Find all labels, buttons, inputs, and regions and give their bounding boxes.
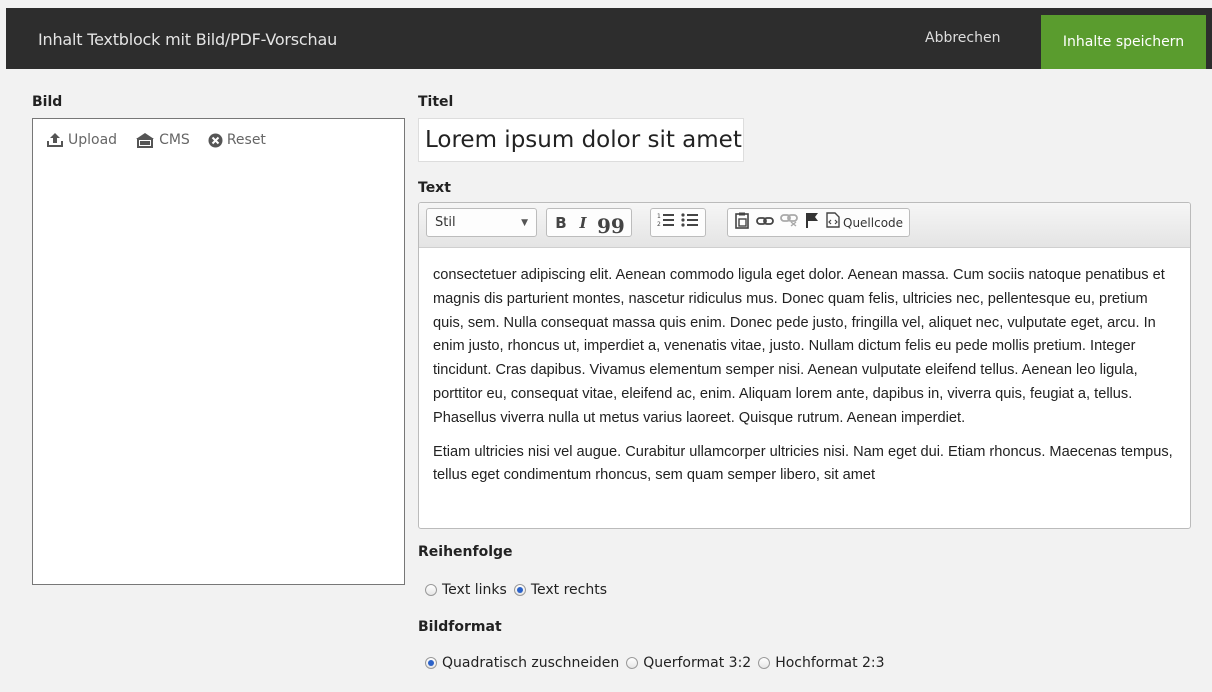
title-label: Titel — [418, 94, 454, 110]
bulleted-list-button[interactable] — [678, 209, 702, 236]
italic-icon: I — [579, 213, 587, 232]
source-code-label: Quellcode — [843, 215, 904, 230]
format-radio-group: Quadratisch zuschneiden Querformat 3:2 H… — [425, 655, 892, 671]
anchor-button[interactable] — [801, 209, 823, 236]
image-actions: Upload CMS Reset — [46, 132, 266, 148]
upload-icon — [46, 132, 64, 148]
text-label: Text — [418, 180, 451, 196]
reset-label: Reset — [226, 132, 266, 148]
radio-text-left[interactable]: Text links — [425, 582, 507, 598]
numbered-list-icon: 12 — [657, 212, 675, 233]
editor-toolbar: Stil ▼ B I 99 12 Quellcode — [419, 203, 1190, 248]
cms-icon — [135, 132, 155, 148]
radio-label: Text links — [442, 582, 507, 598]
source-code-icon — [826, 212, 840, 233]
blockquote-icon: 99 — [597, 213, 625, 238]
save-button[interactable]: Inhalte speichern — [1041, 15, 1206, 69]
title-input[interactable]: Lorem ipsum dolor sit amet — [418, 118, 744, 162]
dialog-title: Inhalt Textblock mit Bild/PDF-Vorschau — [38, 30, 338, 49]
link-icon — [756, 214, 774, 232]
cancel-button[interactable]: Abbrechen — [925, 30, 1000, 46]
blockquote-button[interactable]: 99 — [594, 209, 628, 238]
rich-text-editor[interactable]: Stil ▼ B I 99 12 Quellcode consectetuer … — [418, 202, 1191, 529]
format-group: B I 99 — [546, 208, 632, 238]
radio-landscape[interactable]: Querformat 3:2 — [626, 655, 751, 671]
style-dropdown[interactable]: Stil ▼ — [426, 208, 537, 237]
cms-button[interactable]: CMS — [135, 132, 190, 148]
image-label: Bild — [32, 94, 63, 110]
radio-label: Quadratisch zuschneiden — [442, 655, 620, 671]
editor-paragraph: consectetuer adipiscing elit. Aenean com… — [433, 267, 1165, 426]
radio-text-right[interactable]: Text rechts — [513, 582, 608, 598]
radio-button[interactable] — [425, 584, 437, 596]
reset-button[interactable]: Reset — [208, 132, 266, 148]
top-bar: Inhalt Textblock mit Bild/PDF-Vorschau A… — [6, 8, 1212, 69]
upload-label: Upload — [68, 132, 118, 148]
radio-button[interactable] — [626, 657, 639, 669]
source-code-button[interactable]: Quellcode — [823, 209, 906, 236]
order-radio-group: Text links Text rechts — [425, 582, 614, 598]
numbered-list-button[interactable]: 12 — [654, 209, 678, 236]
editor-content[interactable]: consectetuer adipiscing elit. Aenean com… — [419, 248, 1190, 488]
radio-label: Querformat 3:2 — [643, 655, 752, 671]
radio-label: Text rechts — [530, 582, 608, 598]
upload-button[interactable]: Upload — [46, 132, 117, 148]
radio-label: Hochformat 2:3 — [775, 655, 885, 671]
radio-square-crop[interactable]: Quadratisch zuschneiden — [425, 655, 619, 671]
bulleted-list-icon — [681, 212, 699, 233]
cms-label: CMS — [159, 132, 190, 148]
paste-icon — [734, 212, 750, 234]
order-label: Reihenfolge — [418, 544, 513, 560]
link-button[interactable] — [753, 209, 777, 236]
radio-portrait[interactable]: Hochformat 2:3 — [758, 655, 885, 671]
radio-button-checked[interactable] — [425, 657, 437, 669]
bold-button[interactable]: B — [550, 209, 572, 236]
anchor-flag-icon — [805, 212, 819, 233]
format-label: Bildformat — [418, 619, 502, 635]
dropdown-arrow-icon: ▼ — [521, 217, 528, 228]
insert-group: Quellcode — [727, 208, 911, 237]
image-drop-area[interactable]: Upload CMS Reset — [32, 118, 405, 585]
radio-button-checked[interactable] — [513, 584, 526, 596]
list-group: 12 — [650, 208, 706, 237]
radio-button[interactable] — [758, 657, 771, 669]
paste-button[interactable] — [731, 209, 753, 236]
style-dropdown-value: Stil — [435, 215, 456, 230]
bold-icon: B — [555, 213, 567, 232]
svg-text:1: 1 — [657, 213, 661, 220]
unlink-icon — [780, 213, 798, 232]
italic-button[interactable]: I — [572, 209, 594, 236]
reset-icon — [208, 133, 223, 148]
svg-text:2: 2 — [657, 221, 661, 228]
editor-paragraph: Etiam ultricies nisi vel augue. Curabitu… — [433, 443, 1173, 484]
unlink-button[interactable] — [777, 209, 801, 236]
